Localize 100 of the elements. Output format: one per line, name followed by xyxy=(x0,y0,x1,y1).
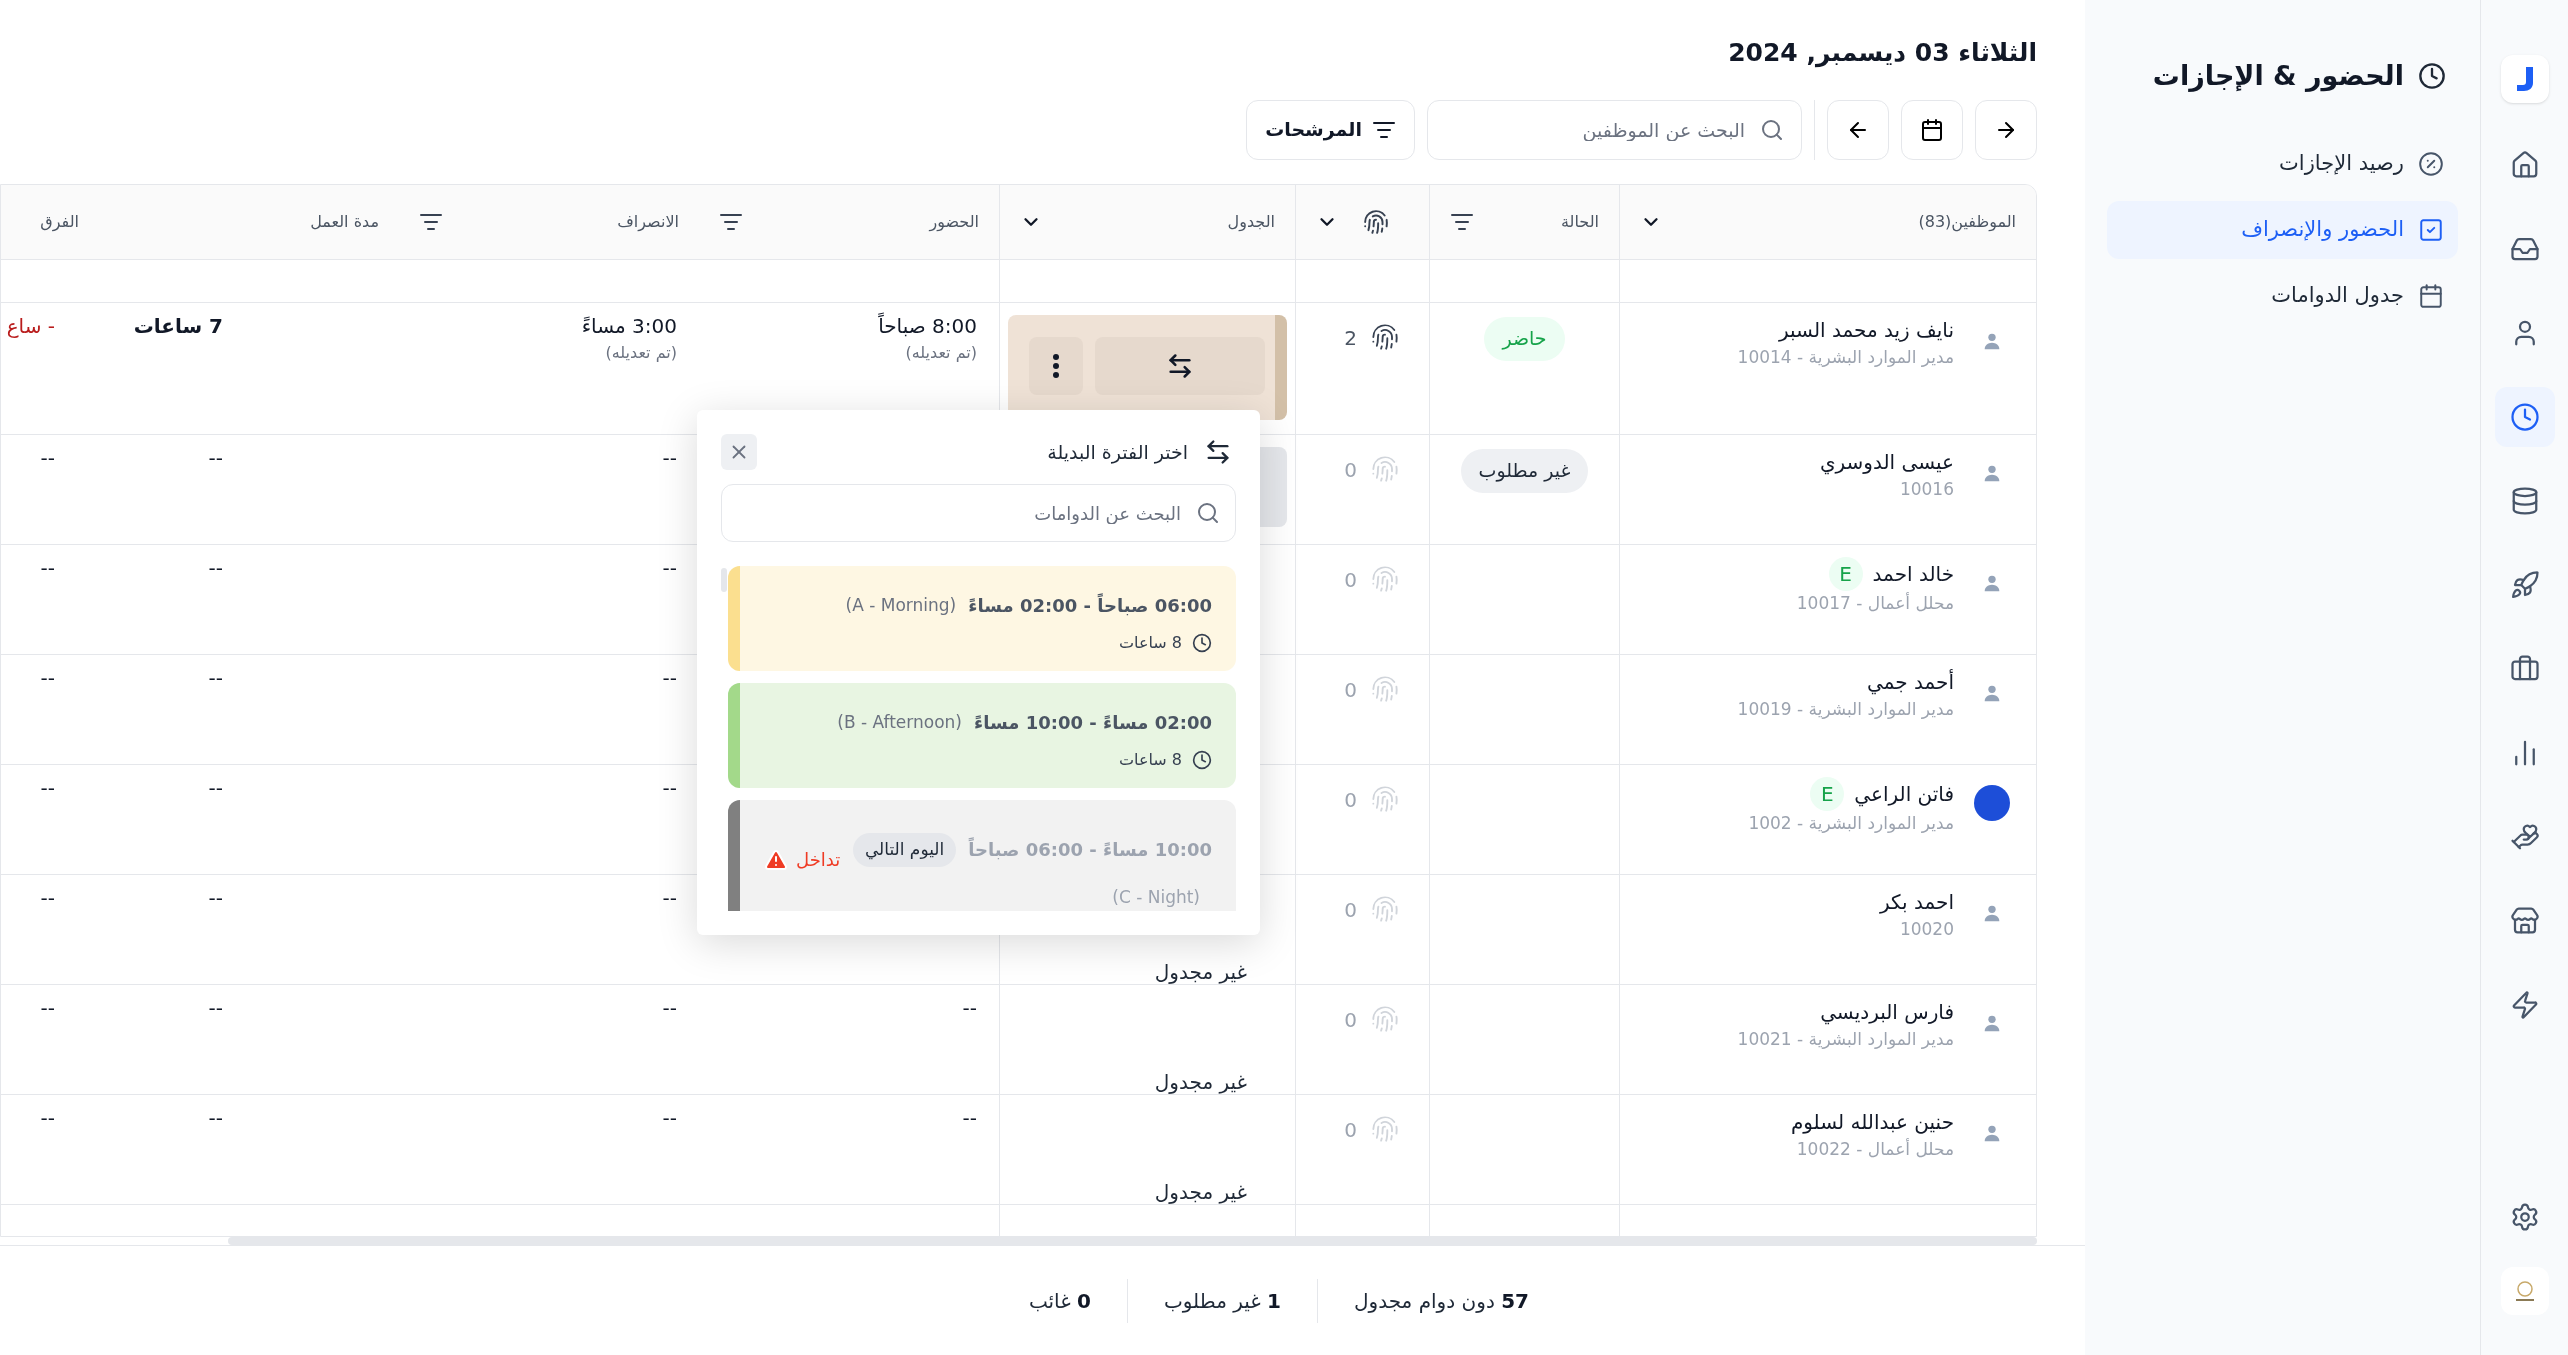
employee-name[interactable]: عيسى الدوسري xyxy=(1819,446,1954,477)
employee-name[interactable]: فارس البرديسي xyxy=(1820,996,1954,1027)
time-difference: -- xyxy=(40,555,55,580)
work-duration: -- xyxy=(208,445,223,470)
fingerprint-icon xyxy=(1363,208,1389,235)
employee-name[interactable]: خالد احمد xyxy=(1872,558,1954,589)
shift-name: (C - Night) xyxy=(1111,886,1201,909)
time-difference: -- xyxy=(40,445,55,470)
column-header[interactable]: الحالة xyxy=(1561,209,1599,234)
time-difference: -- xyxy=(40,885,55,910)
time-value: 8:00 صباحاً xyxy=(878,311,977,340)
avatar xyxy=(1974,784,2010,821)
punch-count: 0 xyxy=(1344,1006,1357,1034)
percent-icon xyxy=(2418,150,2444,177)
employee-subtitle: مدير الموارد البشرية - 1002 xyxy=(1748,811,1954,835)
employee-badge: E xyxy=(1828,556,1863,591)
column-header[interactable]: الفرق xyxy=(40,209,79,234)
time-value: -- xyxy=(962,994,977,1022)
more-button[interactable] xyxy=(1029,336,1083,395)
sidebar-item[interactable]: جدول الدوامات xyxy=(2107,266,2458,325)
shift-name: (B - Afternoon) xyxy=(837,710,962,734)
calendar-button[interactable] xyxy=(1901,99,1963,160)
column-header[interactable]: الحضور xyxy=(929,209,979,234)
work-duration: -- xyxy=(208,995,223,1020)
sidebar-item[interactable]: رصيد الإجازات xyxy=(2107,134,2458,193)
employee-badge: E xyxy=(1810,776,1845,811)
close-button[interactable] xyxy=(721,434,757,470)
employee-name[interactable]: نايف زيد محمد السبر xyxy=(1779,314,1954,345)
employee-name[interactable]: أحمد جمي xyxy=(1867,666,1954,697)
schedule-status: غير مجدول xyxy=(1153,1068,1247,1096)
nav-rail-item[interactable] xyxy=(2494,387,2555,447)
schedule-status: غير مجدول xyxy=(1153,958,1247,986)
store-icon xyxy=(2509,906,2540,936)
punch-count: 0 xyxy=(1344,786,1357,814)
punch-count: 2 xyxy=(1344,324,1357,352)
date-title: الثلاثاء 03 ديسمبر, 2024 xyxy=(1727,37,2037,70)
time-value: -- xyxy=(662,774,677,802)
time-difference: -- xyxy=(40,665,55,690)
app-logo[interactable] xyxy=(2500,55,2549,103)
employee-name[interactable]: احمد بكر xyxy=(1880,886,1954,917)
employee-subtitle: مدير الموارد البشرية - 10019 xyxy=(1737,697,1954,721)
time-value: 3:00 مساءً xyxy=(581,312,677,340)
employee-subtitle: محلل أعمال - 10017 xyxy=(1796,591,1954,615)
punch-count: 0 xyxy=(1344,566,1357,594)
horizontal-scrollbar[interactable] xyxy=(228,1237,2037,1245)
clock-icon xyxy=(1192,633,1212,653)
edited-note: (تم تعديله) xyxy=(905,341,977,364)
next-day-tag: اليوم التالي xyxy=(852,832,957,867)
employee-subtitle: محلل أعمال - 10022 xyxy=(1795,1137,1954,1161)
clock-icon xyxy=(2509,402,2540,432)
work-duration: -- xyxy=(208,775,223,800)
employee-subtitle: 10020 xyxy=(1898,917,1954,941)
calendar-icon xyxy=(2418,282,2444,309)
search-icon xyxy=(1196,501,1220,525)
work-duration: -- xyxy=(208,885,223,910)
employee-subtitle: 10016 xyxy=(1898,477,1954,501)
column-header[interactable]: الجدول xyxy=(1227,209,1275,234)
employee-name[interactable]: فاتن الراعي xyxy=(1854,778,1954,809)
punch-count: 0 xyxy=(1344,1116,1357,1144)
popup-title: اختر الفترة البديلة xyxy=(1047,439,1188,466)
time-difference: -- xyxy=(40,995,55,1020)
employee-search-field[interactable]: البحث عن الموظفين xyxy=(1427,99,1802,160)
shift-hours: 8 ساعات xyxy=(1118,749,1182,771)
column-header[interactable]: الانصراف xyxy=(617,209,679,234)
time-value: -- xyxy=(662,994,677,1022)
work-duration: 7 ساعات xyxy=(133,313,223,338)
scrollbar-thumb[interactable] xyxy=(721,568,727,592)
filters-button[interactable]: المرشحات xyxy=(1246,99,1415,160)
time-value: -- xyxy=(662,554,677,582)
warning-icon xyxy=(764,847,788,872)
rocket-icon xyxy=(2509,570,2540,600)
punch-count: 0 xyxy=(1344,676,1357,704)
schedule-status: غير مجدول xyxy=(1153,1178,1247,1206)
time-value: -- xyxy=(662,884,677,912)
calendar-icon xyxy=(1920,117,1944,142)
swap-icon xyxy=(1166,351,1194,380)
work-duration: -- xyxy=(208,1105,223,1130)
search-icon xyxy=(1760,117,1784,142)
status-pill: حاضر xyxy=(1484,316,1565,361)
time-value: -- xyxy=(662,664,677,692)
hand-heart-icon xyxy=(2509,822,2540,852)
time-difference: -- xyxy=(40,775,55,800)
sidebar-item[interactable]: الحضور والإنصراف xyxy=(2107,200,2458,259)
shift-hours: 8 ساعات xyxy=(1118,632,1182,654)
time-value: -- xyxy=(662,1104,677,1132)
shift-time: 10:00 مساءً - 06:00 صباحاً xyxy=(968,836,1212,862)
shift-search-field[interactable]: البحث عن الدوامات xyxy=(721,484,1236,542)
work-duration: -- xyxy=(208,665,223,690)
punch-count: 0 xyxy=(1344,456,1357,484)
column-header[interactable]: الموظفين(83) xyxy=(1918,209,2016,234)
employee-name[interactable]: حنين عبدالله لسلوم xyxy=(1790,1106,1954,1137)
employee-subtitle: مدير الموارد البشرية - 10021 xyxy=(1737,1027,1954,1051)
checkbox-icon xyxy=(2418,216,2444,243)
conflict-label: تداخل xyxy=(796,848,841,872)
column-header[interactable]: مدة العمل xyxy=(310,209,379,234)
sidebar-title: الحضور & الإجازات xyxy=(2152,59,2404,94)
time-difference: - ساع xyxy=(6,313,55,338)
time-difference: -- xyxy=(40,1105,55,1130)
work-duration: -- xyxy=(208,555,223,580)
clock-icon xyxy=(1192,750,1212,770)
